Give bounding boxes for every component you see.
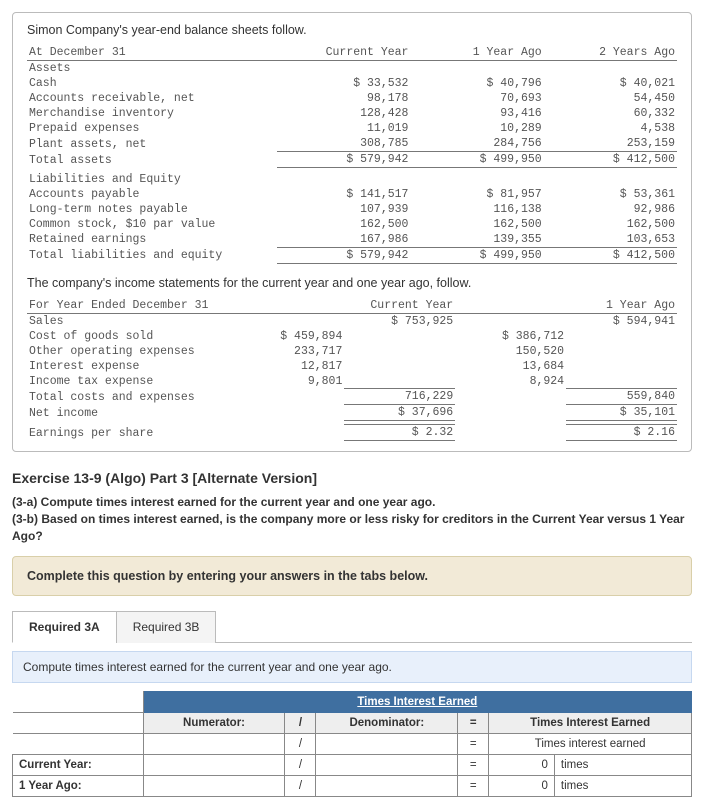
assets-header: Assets <box>27 61 277 77</box>
denominator-header: Denominator: <box>316 713 458 734</box>
row-ar: Accounts receivable, net <box>27 91 277 106</box>
py-result: 0 <box>489 776 555 797</box>
cy-numerator-input[interactable] <box>143 755 285 776</box>
tie-sub: Times interest earned <box>489 734 692 755</box>
row-current-year: Current Year: <box>13 755 144 776</box>
row-inventory: Merchandise inventory <box>27 106 277 121</box>
complete-prompt: Complete this question by entering your … <box>12 556 692 596</box>
denominator-label-input[interactable] <box>316 734 458 755</box>
answer-title: Times Interest Earned <box>143 692 691 713</box>
income-statement-table: For Year Ended December 31 Current Year … <box>27 298 677 442</box>
numerator-header: Numerator: <box>143 713 285 734</box>
bs-intro: Simon Company's year-end balance sheets … <box>27 23 677 37</box>
is-col1: Current Year <box>344 298 455 314</box>
tie-header: Times Interest Earned <box>489 713 692 734</box>
row-total-assets: Total assets <box>27 152 277 168</box>
row-ap: Accounts payable <box>27 187 277 202</box>
tab-instruction: Compute times interest earned for the cu… <box>12 651 692 683</box>
row-other-op: Other operating expenses <box>27 344 234 359</box>
question-text: (3-a) Compute times interest earned for … <box>12 494 692 544</box>
py-unit: times <box>554 776 691 797</box>
equals-icon: = <box>458 713 489 734</box>
py-denominator-input[interactable] <box>316 776 458 797</box>
row-sales: Sales <box>27 313 234 329</box>
row-one-year-ago: 1 Year Ago: <box>13 776 144 797</box>
tab-required-3a[interactable]: Required 3A <box>12 611 117 643</box>
exercise-title: Exercise 13-9 (Algo) Part 3 [Alternate V… <box>12 470 692 486</box>
row-prepaid: Prepaid expenses <box>27 121 277 136</box>
row-ltnotes: Long-term notes payable <box>27 202 277 217</box>
bs-col3: 2 Years Ago <box>544 45 677 61</box>
row-retained: Retained earnings <box>27 232 277 248</box>
is-col2: 1 Year Ago <box>566 298 677 314</box>
numerator-label-input[interactable] <box>143 734 285 755</box>
bs-col1: Current Year <box>277 45 410 61</box>
bs-col2: 1 Year Ago <box>410 45 543 61</box>
is-col0: For Year Ended December 31 <box>27 298 234 314</box>
is-intro: The company's income statements for the … <box>27 276 677 290</box>
row-tax: Income tax expense <box>27 374 234 389</box>
py-numerator-input[interactable] <box>143 776 285 797</box>
divide-icon: / <box>285 713 316 734</box>
row-interest: Interest expense <box>27 359 234 374</box>
balance-sheet-panel: Simon Company's year-end balance sheets … <box>12 12 692 452</box>
row-total-costs: Total costs and expenses <box>27 389 234 405</box>
row-eps: Earnings per share <box>27 425 234 441</box>
question-3b: (3-b) Based on times interest earned, is… <box>12 512 684 543</box>
answer-table: Times Interest Earned Numerator: / Denom… <box>12 691 692 797</box>
row-net-income: Net income <box>27 405 234 421</box>
cy-unit: times <box>554 755 691 776</box>
question-3a: (3-a) Compute times interest earned for … <box>12 495 435 509</box>
row-common-stock: Common stock, $10 par value <box>27 217 277 232</box>
row-plant: Plant assets, net <box>27 136 277 152</box>
tab-bar: Required 3A Required 3B <box>12 610 692 643</box>
cy-result: 0 <box>489 755 555 776</box>
row-cash: Cash <box>27 76 277 91</box>
balance-sheet-table: At December 31 Current Year 1 Year Ago 2… <box>27 45 677 264</box>
row-total-liab-eq: Total liabilities and equity <box>27 247 277 263</box>
tab-required-3b[interactable]: Required 3B <box>116 611 217 643</box>
cy-denominator-input[interactable] <box>316 755 458 776</box>
bs-col0: At December 31 <box>27 45 277 61</box>
row-cogs: Cost of goods sold <box>27 329 234 344</box>
liab-equity-header: Liabilities and Equity <box>27 172 277 187</box>
